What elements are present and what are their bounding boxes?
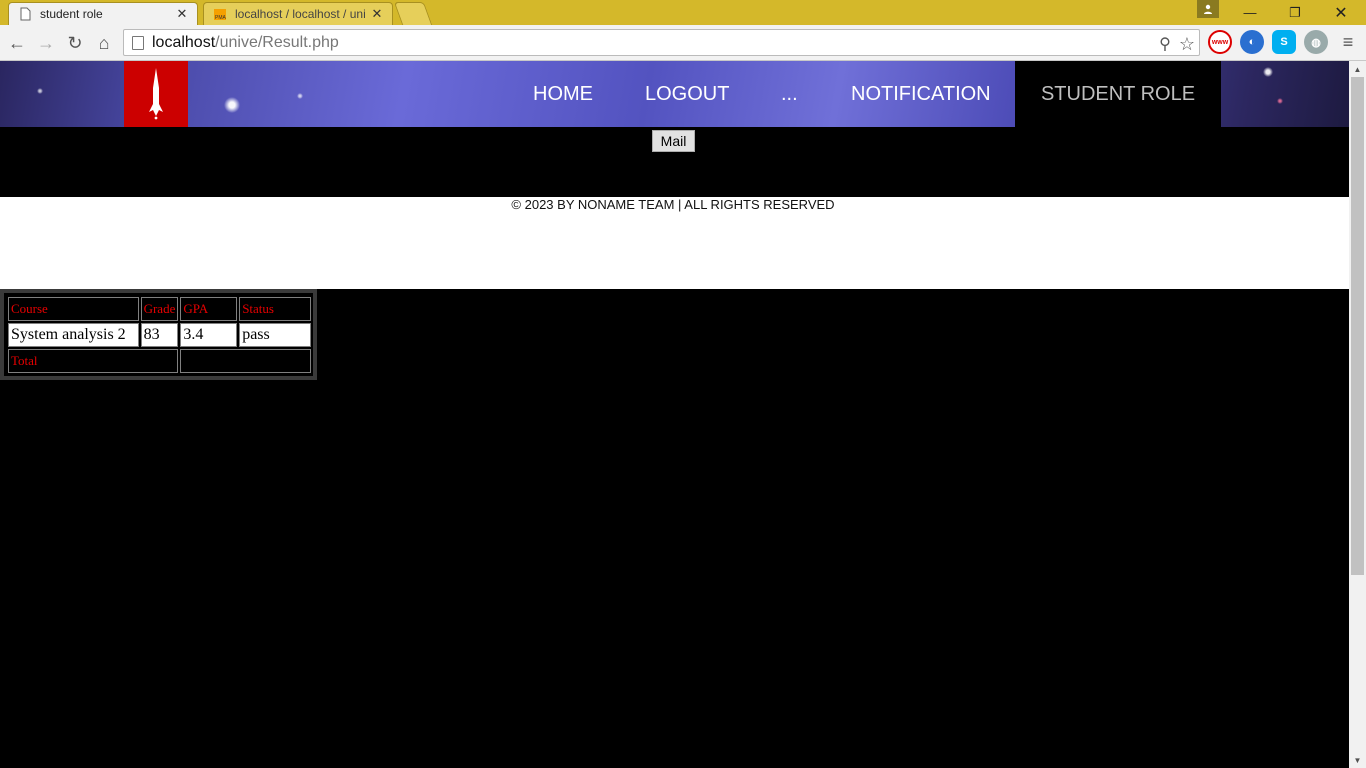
column-header-grade: Grade [140, 297, 179, 321]
restore-icon[interactable]: ❐ [1272, 0, 1318, 25]
reload-icon[interactable]: ↻ [63, 31, 87, 55]
forward-icon[interactable]: → [34, 31, 58, 55]
tab-student-role[interactable]: student role ✕ [8, 2, 198, 25]
table-row: System analysis 2 83 3.4 pass [8, 323, 311, 347]
status-cell: pass [239, 323, 311, 347]
no-www-icon[interactable]: www [1208, 30, 1232, 54]
new-tab-button[interactable] [393, 2, 433, 25]
tab-title: localhost / localhost / uni [235, 7, 366, 21]
column-header-gpa: GPA [180, 297, 238, 321]
mail-button[interactable]: Mail [652, 130, 695, 152]
table-header-row: Course Grade GPA Status [8, 297, 311, 321]
nav-home[interactable]: HOME [533, 61, 593, 127]
nav-logout[interactable]: LOGOUT [645, 61, 729, 127]
svg-text:PMA: PMA [215, 15, 227, 21]
nav-notification[interactable]: NOTIFICATION [851, 61, 991, 127]
scroll-up-icon[interactable]: ▲ [1349, 61, 1366, 77]
results-table-frame: Course Grade GPA Status System analysis … [0, 289, 317, 380]
window-close-icon[interactable]: ✕ [1318, 0, 1364, 25]
close-icon[interactable]: ✕ [370, 6, 384, 22]
copyright-text: © 2023 BY NONAME TEAM | ALL RIGHTS RESER… [511, 197, 835, 212]
page-viewport: HOME LOGOUT ... NOTIFICATION STUDENT ROL… [0, 61, 1349, 768]
page-icon [132, 35, 144, 50]
table-total-row: Total [8, 349, 311, 373]
tab-phpmyadmin[interactable]: PMA localhost / localhost / uni ✕ [203, 2, 393, 25]
profile-icon[interactable] [1197, 0, 1219, 18]
skype-icon[interactable]: S [1272, 30, 1296, 54]
vertical-scrollbar[interactable]: ▲ ▼ [1349, 61, 1366, 768]
scroll-down-icon[interactable]: ▼ [1349, 752, 1366, 768]
planet-icon[interactable]: ◍ [1304, 30, 1328, 54]
course-cell: System analysis 2 [8, 323, 139, 347]
results-table: Course Grade GPA Status System analysis … [6, 295, 313, 375]
back-icon[interactable]: ← [5, 31, 29, 55]
globe-icon[interactable]: ◐ [1240, 30, 1264, 54]
site-header: HOME LOGOUT ... NOTIFICATION STUDENT ROL… [0, 61, 1349, 127]
nav-student-role[interactable]: STUDENT ROLE [1015, 61, 1221, 127]
rocket-logo-icon[interactable] [124, 61, 188, 127]
close-icon[interactable]: ✕ [175, 6, 189, 22]
column-header-status: Status [239, 297, 311, 321]
page-icon [20, 7, 31, 21]
scrollbar-thumb[interactable] [1351, 77, 1364, 575]
column-header-course: Course [8, 297, 139, 321]
phpmyadmin-icon: PMA [214, 9, 227, 21]
home-icon[interactable]: ⌂ [92, 31, 116, 55]
url-text: localhost/unive/Result.php [152, 33, 339, 51]
grade-cell: 83 [140, 323, 179, 347]
nav-more[interactable]: ... [781, 61, 798, 127]
address-bar[interactable]: localhost/unive/Result.php ⚲ ☆ [123, 29, 1200, 56]
total-value [180, 349, 311, 373]
gpa-cell: 3.4 [180, 323, 238, 347]
menu-icon[interactable]: ≡ [1336, 30, 1360, 54]
minimize-icon[interactable]: — [1227, 0, 1273, 25]
bookmark-star-icon[interactable]: ☆ [1177, 34, 1197, 54]
footer: © 2023 BY NONAME TEAM | ALL RIGHTS RESER… [0, 197, 1349, 289]
zoom-icon[interactable]: ⚲ [1155, 34, 1175, 54]
browser-toolbar: ← → ↻ ⌂ localhost/unive/Result.php ⚲ ☆ w… [0, 25, 1366, 61]
total-label: Total [8, 349, 179, 373]
tab-title: student role [40, 7, 103, 21]
browser-title-bar: student role ✕ PMA localhost / localhost… [0, 0, 1366, 25]
